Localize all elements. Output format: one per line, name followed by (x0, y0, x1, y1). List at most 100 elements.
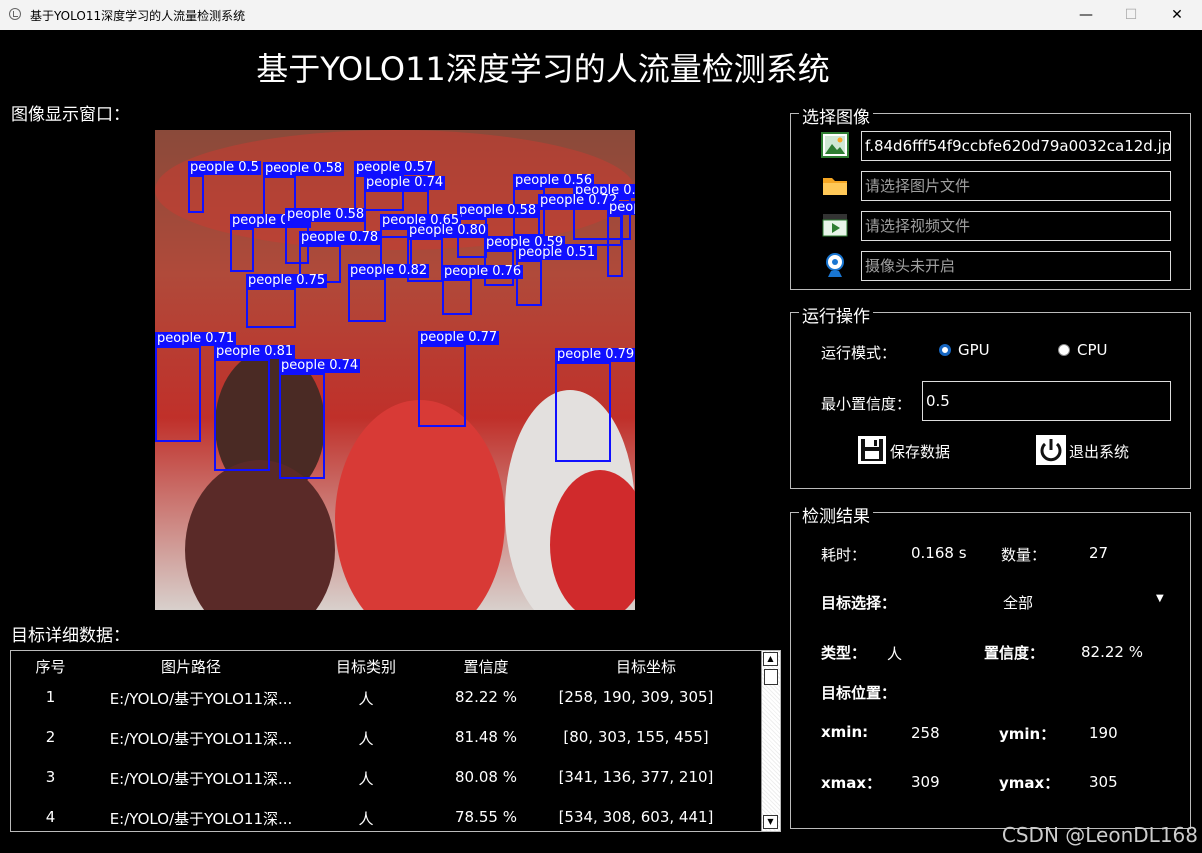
detection-box (607, 215, 623, 277)
detection-box (246, 288, 296, 328)
table-scrollbar[interactable]: ▲ ▼ (761, 651, 780, 831)
table-cell-path[interactable]: E:/YOLO/基于YOLO11深... (81, 768, 321, 789)
table-cell-index[interactable]: 1 (23, 688, 78, 706)
detail-table[interactable]: 序号 图片路径 目标类别 置信度 目标坐标 1 E:/YOLO/基于YOLO11深… (10, 650, 781, 832)
detection-label: people 0.82 (348, 263, 430, 278)
detection-box (155, 346, 201, 442)
table-cell-confidence[interactable]: 82.22 % (441, 688, 531, 706)
ymax-value: 305 (1089, 773, 1118, 791)
detection-label: people 0.58 (285, 207, 367, 222)
table-cell-confidence[interactable]: 80.08 % (441, 768, 531, 786)
video-icon[interactable] (821, 211, 849, 239)
gpu-label[interactable]: GPU (958, 341, 990, 359)
watermark: CSDN @LeonDL168 (1001, 823, 1198, 847)
table-cell-path[interactable]: E:/YOLO/基于YOLO11深... (81, 808, 321, 829)
table-cell-path[interactable]: E:/YOLO/基于YOLO11深... (81, 728, 321, 749)
detection-box (230, 228, 254, 272)
exit-button[interactable]: 退出系统 (1069, 441, 1129, 462)
detection-label: people 0.81 (214, 344, 296, 359)
folder-icon[interactable] (821, 171, 849, 199)
power-icon[interactable] (1036, 435, 1066, 465)
image-window-label: 图像显示窗口： (11, 105, 130, 125)
xmax-label: xmax： (821, 774, 882, 792)
table-cell-coords[interactable]: [341, 136, 377, 210] (531, 768, 741, 786)
image-preview: people 0.5 people 0.58 people 0.57 people 0… (155, 130, 635, 610)
target-select-label: 目标选择： (821, 594, 897, 612)
operation-group: 运行操作 运行模式： GPU CPU 最小置信度： 0.5 保存数据 退出系统 (790, 302, 1191, 489)
table-cell-coords[interactable]: [80, 303, 155, 455] (531, 728, 741, 746)
detection-box (348, 278, 386, 322)
table-cell-coords[interactable]: [258, 190, 309, 305] (531, 688, 741, 706)
cpu-label[interactable]: CPU (1077, 341, 1108, 359)
table-cell-coords[interactable]: [534, 308, 603, 441] (531, 808, 741, 826)
detection-label: people 0.5 (188, 160, 261, 175)
type-label: 类型： (821, 644, 867, 662)
photo-region (335, 400, 505, 610)
scroll-thumb[interactable] (764, 669, 778, 685)
count-value: 27 (1089, 544, 1109, 562)
detection-label: people 0.74 (364, 175, 446, 190)
photo-region (185, 460, 335, 610)
time-label: 耗时： (821, 546, 867, 564)
detection-box (418, 345, 466, 427)
type-value: 人 (887, 645, 903, 663)
detection-label: people 0.77 (418, 330, 500, 345)
confidence-label: 置信度： (984, 644, 1045, 662)
image-path-field[interactable]: f.84d6fff54f9ccbfe620d79a0032ca12d.jpg (861, 131, 1171, 161)
min-conf-input[interactable]: 0.5 (922, 381, 1171, 421)
camera-field[interactable]: 摄像头未开启 (861, 251, 1171, 281)
col-header-index: 序号 (35, 658, 66, 676)
minimize-button[interactable]: — (1063, 0, 1109, 30)
video-file-field[interactable]: 请选择视频文件 (861, 211, 1171, 241)
table-cell-class[interactable]: 人 (321, 688, 411, 709)
detail-data-label: 目标详细数据： (11, 626, 130, 646)
detection-box (214, 359, 270, 471)
xmin-label: xmin: (821, 723, 869, 741)
image-icon[interactable] (821, 131, 849, 159)
detection-label: people 0.79 (555, 347, 635, 362)
camera-icon[interactable] (821, 251, 849, 279)
table-cell-class[interactable]: 人 (321, 768, 411, 789)
close-button[interactable]: ✕ (1154, 0, 1200, 30)
detection-box (555, 362, 611, 462)
time-value: 0.168 s (911, 544, 967, 562)
scroll-up-icon[interactable]: ▲ (763, 652, 778, 666)
xmin-value: 258 (911, 724, 940, 742)
app-title: 基于YOLO11深度学习的人流量检测系统 (256, 50, 830, 88)
app-icon (9, 8, 21, 20)
table-cell-index[interactable]: 4 (23, 808, 78, 826)
ymin-label: ymin： (999, 725, 1056, 743)
table-cell-confidence[interactable]: 81.48 % (441, 728, 531, 746)
maximize-button[interactable]: ☐ (1108, 0, 1154, 30)
gpu-radio[interactable] (939, 344, 951, 356)
scroll-down-icon[interactable]: ▼ (763, 815, 778, 829)
save-icon[interactable] (857, 435, 887, 465)
col-header-class: 目标类别 (335, 658, 396, 676)
position-label: 目标位置： (821, 684, 897, 702)
target-select-value[interactable]: 全部 (1003, 592, 1033, 613)
result-group: 检测结果 耗时： 0.168 s 数量： 27 目标选择： 全部 ▼ 类型： 人… (790, 502, 1191, 829)
detection-label: people 0.72 (607, 201, 635, 215)
col-header-coords: 目标坐标 (615, 658, 676, 676)
col-header-path: 图片路径 (160, 658, 221, 676)
save-button[interactable]: 保存数据 (890, 441, 950, 462)
table-cell-index[interactable]: 3 (23, 768, 78, 786)
detection-box (279, 373, 325, 479)
table-cell-path[interactable]: E:/YOLO/基于YOLO11深... (81, 688, 321, 709)
detection-label: people 0.76 (442, 264, 524, 279)
detection-label: people 0.80 (407, 223, 489, 238)
detection-label: people 0.58 (457, 203, 539, 218)
dropdown-arrow-icon[interactable]: ▼ (1156, 593, 1164, 604)
table-cell-class[interactable]: 人 (321, 808, 411, 829)
ymin-value: 190 (1089, 724, 1118, 742)
table-cell-class[interactable]: 人 (321, 728, 411, 749)
table-cell-confidence[interactable]: 78.55 % (441, 808, 531, 826)
detection-label: people 0.58 (263, 161, 345, 176)
detection-label: people 0.75 (246, 273, 328, 288)
detection-label: people 0.51 (516, 245, 598, 260)
ymax-label: ymax： (999, 774, 1060, 792)
cpu-radio[interactable] (1058, 344, 1070, 356)
detection-label: people 0.78 (299, 230, 381, 245)
table-cell-index[interactable]: 2 (23, 728, 78, 746)
image-file-field[interactable]: 请选择图片文件 (861, 171, 1171, 201)
